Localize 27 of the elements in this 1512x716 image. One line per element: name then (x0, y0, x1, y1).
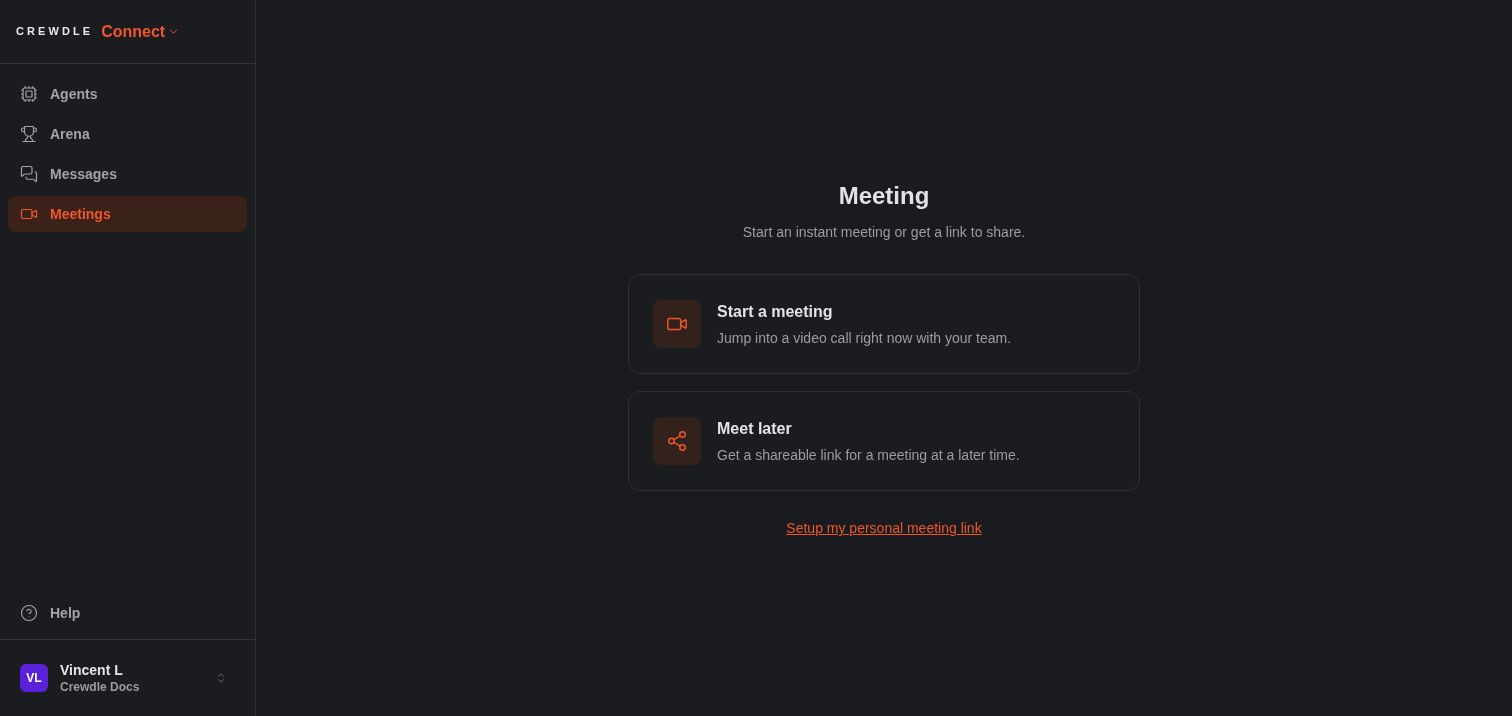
option-description: Jump into a video call right now with your team. (717, 329, 1012, 348)
user-menu[interactable]: VL Vincent L Crewdle Docs (0, 639, 255, 716)
nav-item[interactable]: Agents (8, 76, 247, 112)
nav-item[interactable]: Meetings (8, 196, 247, 232)
option-card[interactable]: Meet later Get a shareable link for a meeting at a later time. (628, 391, 1140, 491)
page-title: Meeting (838, 181, 930, 211)
help-item[interactable]: Help (8, 595, 247, 631)
logo: CREWDLE (16, 24, 94, 40)
product-switcher[interactable]: Connect (101, 19, 181, 44)
personal-link[interactable]: Setup my personal meeting link (786, 518, 982, 538)
trophy-icon (20, 125, 38, 143)
option-title: Start a meeting (717, 302, 834, 322)
option-title: Meet later (717, 419, 793, 439)
video-camera-icon (653, 300, 701, 348)
option-description: Get a shareable link for a meeting at a later time. (717, 446, 1020, 465)
chat-bubbles-icon (20, 165, 38, 183)
page-subtitle: Start an instant meeting or get a link to share. (742, 223, 1026, 242)
chip-icon (20, 85, 38, 103)
help-icon (20, 604, 38, 622)
nav-item[interactable]: Arena (8, 116, 247, 152)
user-org: Crewdle Docs (60, 679, 141, 695)
user-name: Vincent L (60, 661, 124, 679)
avatar-initials: VL (20, 664, 48, 692)
chevrons-up-down-icon (215, 672, 227, 684)
nav-item[interactable]: Messages (8, 156, 247, 192)
option-card[interactable]: Start a meeting Jump into a video call right now with your team. (628, 274, 1140, 374)
share-icon (653, 417, 701, 465)
